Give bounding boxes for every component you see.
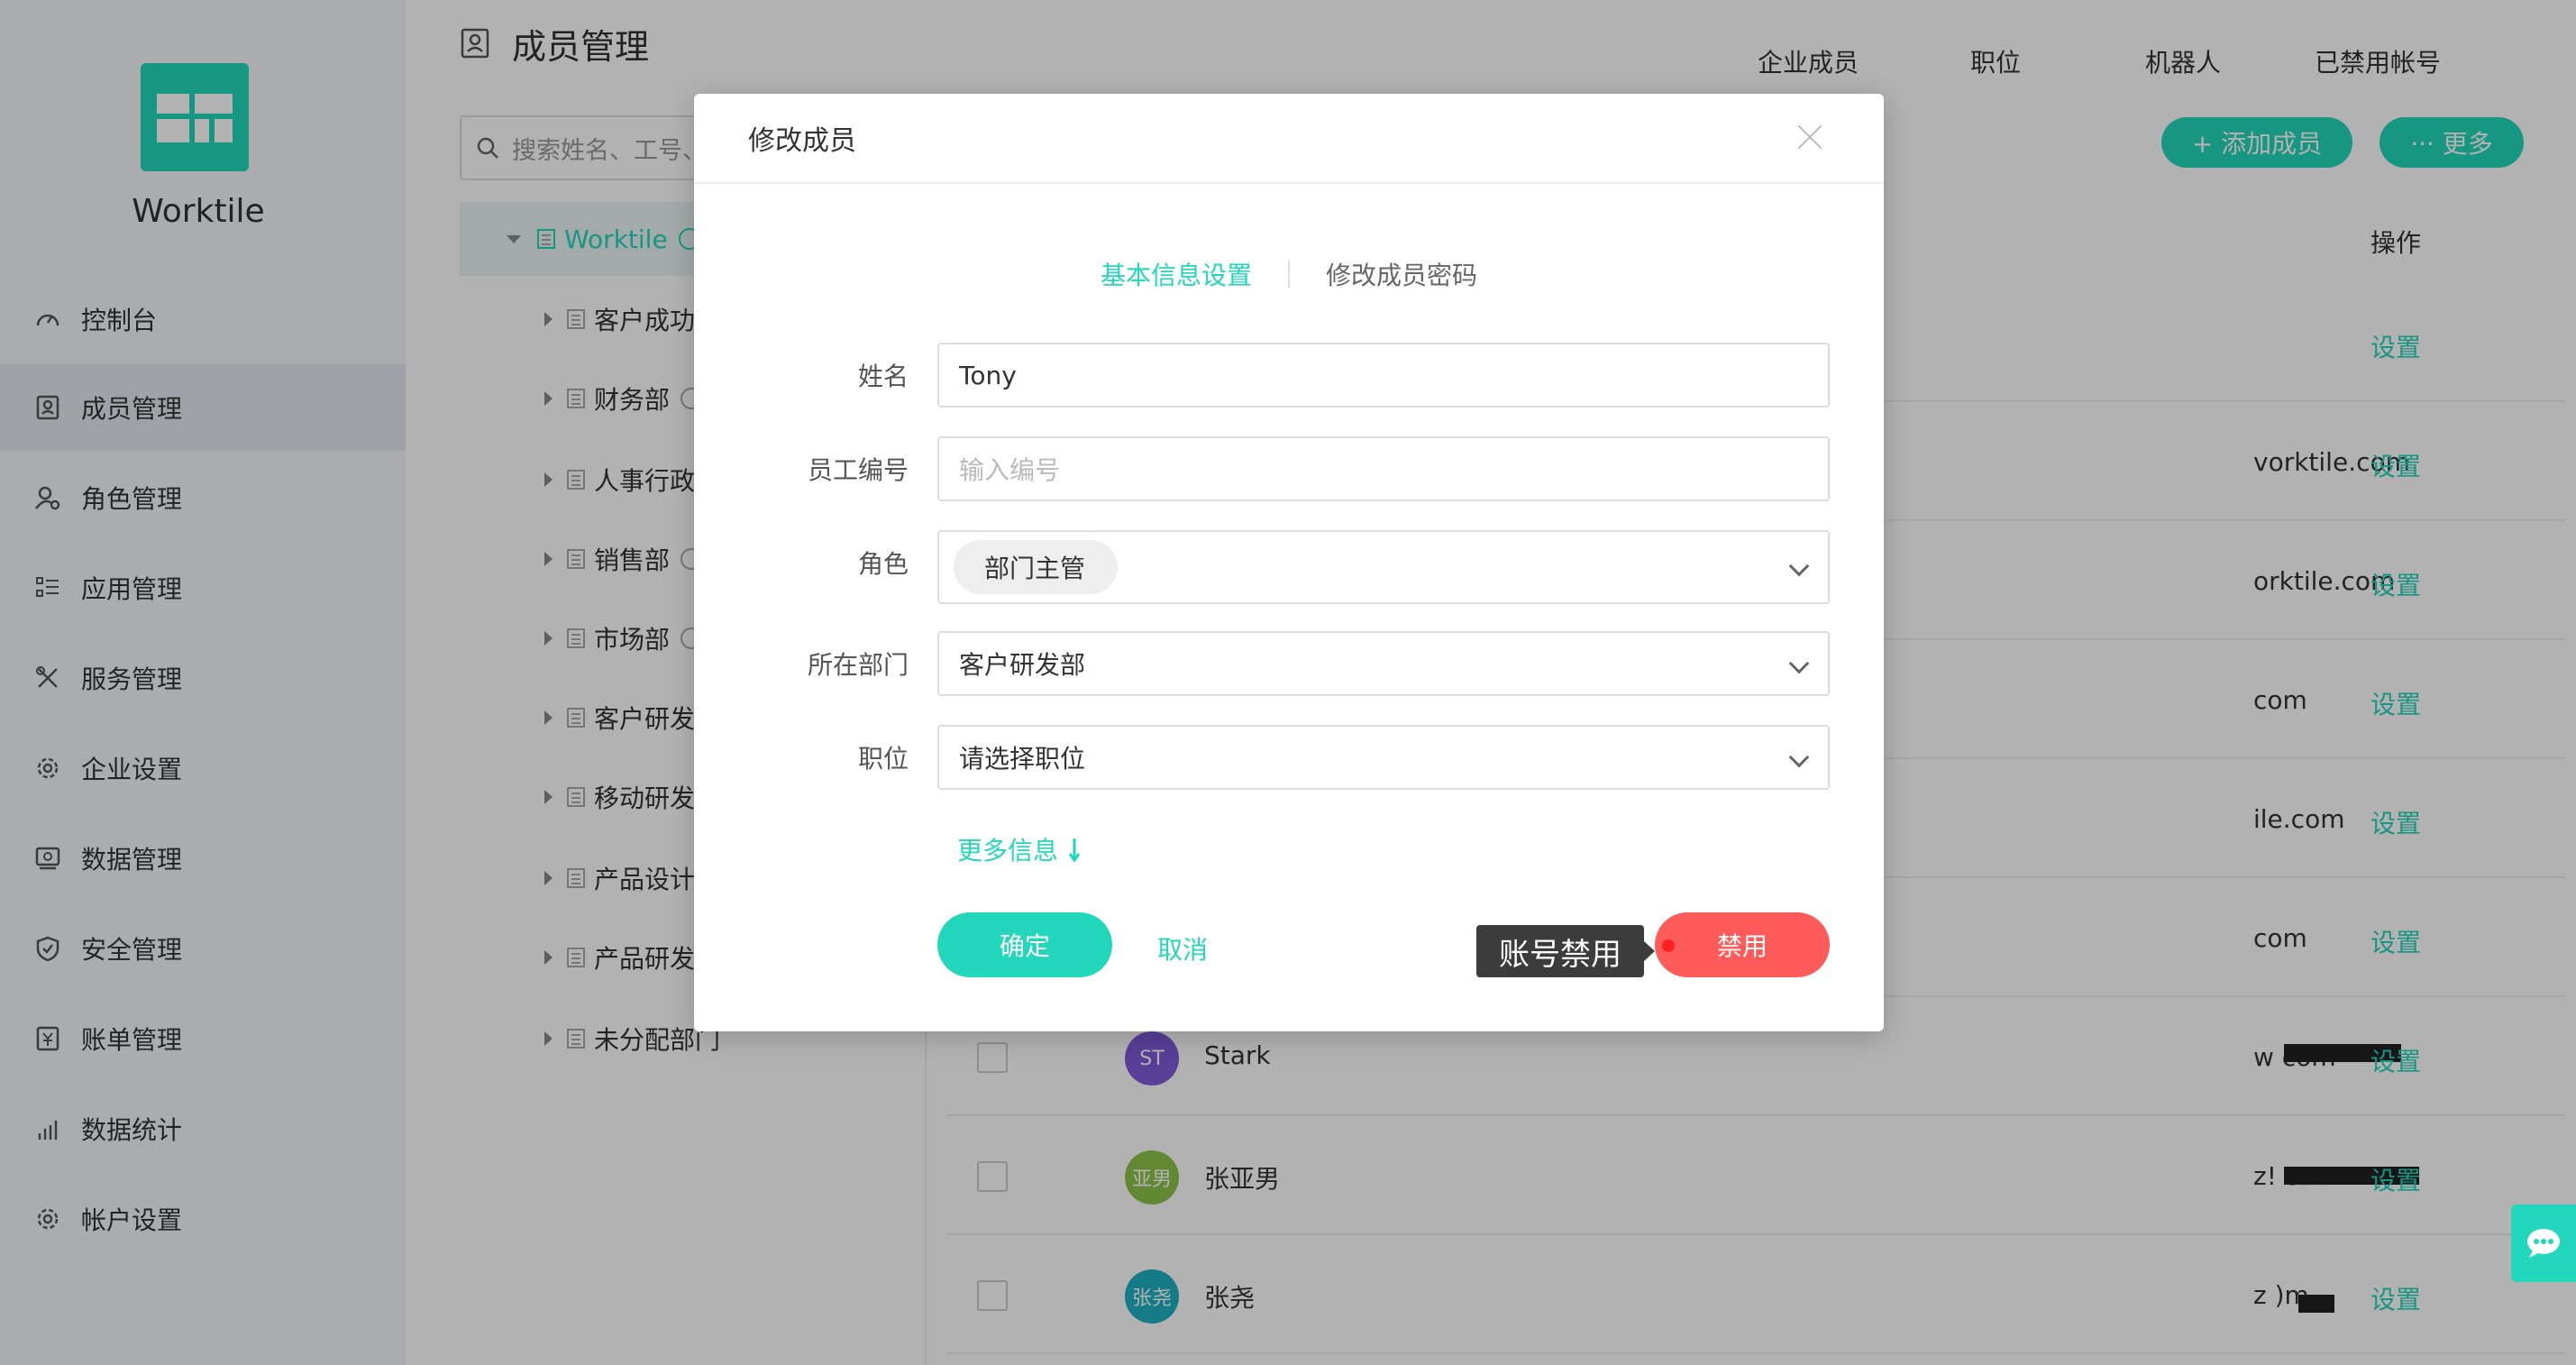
chat-button[interactable]: [2511, 1205, 2576, 1282]
dialog-header: 修改成员: [694, 94, 1884, 184]
dialog-title: 修改成员: [748, 125, 856, 157]
chevron-down-icon: [1788, 653, 1810, 674]
chevron-down-icon: [1788, 555, 1810, 577]
employee-id-field[interactable]: 输入编号: [937, 436, 1830, 501]
more-info-label: 更多信息: [957, 836, 1059, 866]
position-select[interactable]: 请选择职位: [937, 725, 1830, 790]
confirm-button[interactable]: 确定: [937, 912, 1112, 977]
position-row: 职位 请选择职位: [694, 725, 1884, 790]
department-row: 所在部门 客户研发部: [694, 631, 1884, 696]
cursor-dot: [1662, 939, 1675, 952]
chevron-down-icon: [1788, 747, 1810, 768]
arrow-down-icon: [1068, 838, 1081, 863]
position-value: 请选择职位: [959, 744, 1086, 774]
close-icon[interactable]: [1794, 121, 1826, 153]
cancel-button[interactable]: 取消: [1157, 930, 1208, 966]
tab-basic-info[interactable]: 基本信息设置: [1064, 256, 1288, 292]
more-info-link[interactable]: 更多信息: [957, 831, 1083, 867]
position-label: 职位: [857, 744, 909, 774]
name-label: 姓名: [857, 362, 909, 391]
department-value: 客户研发部: [959, 650, 1086, 680]
disable-tooltip: 账号禁用: [1476, 925, 1655, 977]
employee-id-row: 员工编号 输入编号: [694, 436, 1884, 501]
disable-button[interactable]: 禁用: [1655, 912, 1830, 977]
role-select[interactable]: 部门主管: [937, 530, 1830, 604]
edit-member-dialog: 修改成员 基本信息设置 修改成员密码 姓名 Tony 员工编号 输入编号 角色 …: [694, 94, 1884, 1031]
name-field[interactable]: Tony: [937, 343, 1830, 408]
role-row: 角色 部门主管: [694, 530, 1884, 604]
department-label: 所在部门: [807, 650, 909, 680]
role-tag[interactable]: 部门主管: [954, 540, 1119, 594]
department-select[interactable]: 客户研发部: [937, 631, 1830, 696]
employee-id-label: 员工编号: [807, 455, 909, 485]
tab-change-password[interactable]: 修改成员密码: [1290, 256, 1513, 292]
name-row: 姓名 Tony: [694, 343, 1884, 408]
chat-icon: [2527, 1229, 2560, 1258]
dialog-tabs: 基本信息设置 修改成员密码: [694, 256, 1884, 292]
role-label: 角色: [857, 549, 909, 579]
